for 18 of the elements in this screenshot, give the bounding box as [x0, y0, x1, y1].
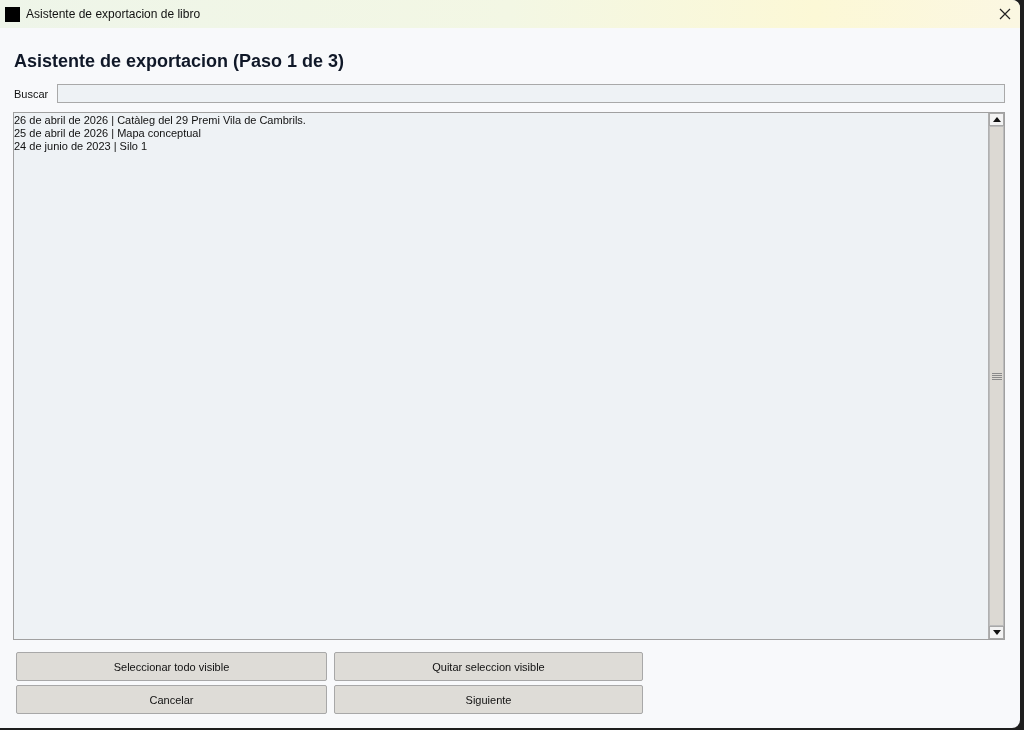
dialog-button[interactable]: Cancelar [16, 685, 327, 714]
list-item[interactable]: 25 de abril de 2026 | Mapa conceptual [14, 127, 201, 140]
search-label: Buscar [14, 87, 50, 100]
list-item[interactable]: 24 de junio de 2023 | Silo 1 [14, 140, 148, 153]
app-icon [5, 6, 20, 22]
down-arrow-icon [992, 630, 1001, 635]
grip-icon [991, 372, 1002, 380]
dialog-button[interactable]: Siguiente [334, 685, 643, 714]
wizard-heading: Asistente de exportacion (Paso 1 de 3) [14, 50, 346, 73]
scroll-up-button[interactable] [989, 113, 1004, 126]
dialog-button[interactable]: Seleccionar todo visible [16, 652, 327, 681]
dialog-button[interactable]: Quitar seleccion visible [334, 652, 643, 681]
search-field[interactable] [57, 84, 1005, 103]
up-arrow-icon [992, 117, 1001, 122]
list-item[interactable]: 26 de abril de 2026 | Catàleg del 29 Premi Vila de Cambrils. [14, 114, 306, 127]
window-title: Asistente de exportacion de libro [26, 7, 202, 21]
close-icon[interactable] [999, 8, 1011, 20]
scroll-down-button[interactable] [989, 626, 1004, 639]
